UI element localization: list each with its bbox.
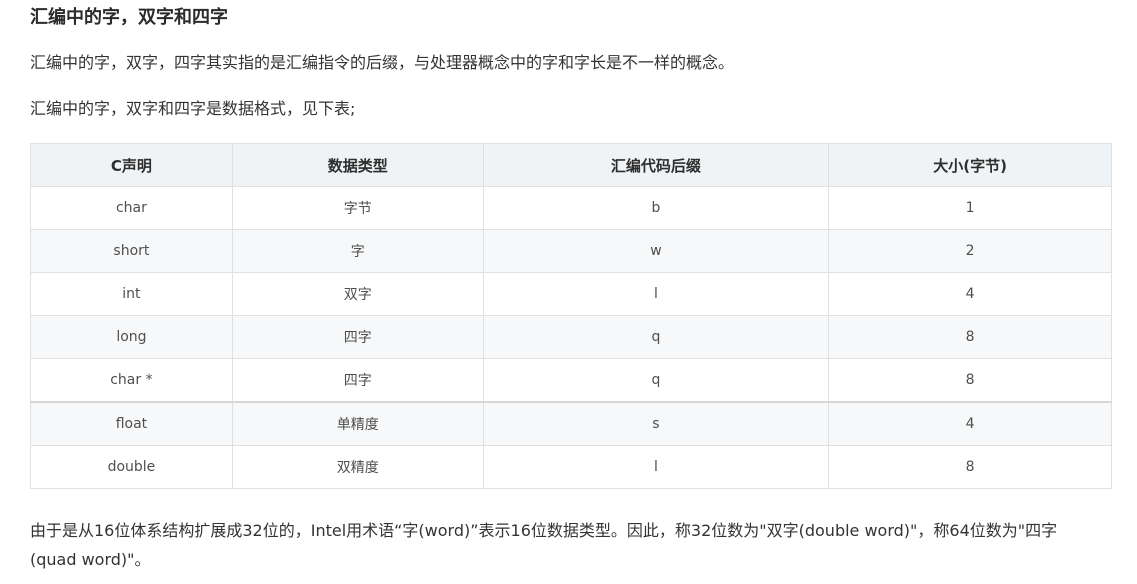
table-row: float 单精度 s 4 — [30, 401, 1112, 446]
cell-size-bytes: 4 — [828, 401, 1112, 446]
intro-paragraph: 汇编中的字，双字，四字其实指的是汇编指令的后缀，与处理器概念中的字和字长是不一样… — [30, 53, 735, 72]
cell-asm-suffix: q — [482, 358, 830, 403]
cell-size-bytes: 8 — [828, 445, 1112, 489]
cell-asm-suffix: q — [482, 315, 830, 359]
table-row: char 字节 b 1 — [30, 186, 1112, 230]
cell-data-type: 双精度 — [231, 445, 484, 489]
header-asm-suffix: 汇编代码后缀 — [482, 143, 830, 187]
cell-c-declaration: double — [30, 445, 233, 489]
cell-data-type: 四字 — [231, 358, 484, 403]
cell-data-type: 双字 — [231, 272, 484, 316]
cell-asm-suffix: s — [482, 401, 830, 446]
table-header-row: C声明 数据类型 汇编代码后缀 大小(字节) — [30, 143, 1112, 187]
table-row: double 双精度 l 8 — [30, 445, 1112, 489]
cell-data-type: 字 — [231, 229, 484, 273]
cell-asm-suffix: l — [482, 445, 830, 489]
table-row: int 双字 l 4 — [30, 272, 1112, 316]
cell-size-bytes: 4 — [828, 272, 1112, 316]
cell-c-declaration: int — [30, 272, 233, 316]
cell-c-declaration: float — [30, 401, 233, 446]
cell-size-bytes: 1 — [828, 186, 1112, 230]
cell-c-declaration: long — [30, 315, 233, 359]
cell-asm-suffix: w — [482, 229, 830, 273]
cell-c-declaration: short — [30, 229, 233, 273]
section-heading: 汇编中的字，双字和四字 — [30, 7, 228, 28]
header-size-bytes: 大小(字节) — [828, 143, 1112, 187]
cell-c-declaration: char — [30, 186, 233, 230]
table-row: char * 四字 q 8 — [30, 358, 1112, 403]
cell-size-bytes: 8 — [828, 315, 1112, 359]
cell-data-type: 四字 — [231, 315, 484, 359]
cell-data-type: 字节 — [231, 186, 484, 230]
header-c-declaration: C声明 — [30, 143, 233, 187]
cell-size-bytes: 8 — [828, 358, 1112, 403]
table-row: short 字 w 2 — [30, 229, 1112, 273]
cell-asm-suffix: b — [482, 186, 830, 230]
cell-c-declaration: char * — [30, 358, 233, 403]
cell-asm-suffix: l — [482, 272, 830, 316]
cell-size-bytes: 2 — [828, 229, 1112, 273]
word-size-explanation: 由于是从16位体系结构扩展成32位的，Intel用术语“字(word)”表示16… — [30, 521, 1058, 569]
data-format-table: C声明 数据类型 汇编代码后缀 大小(字节) char 字节 b 1 short… — [30, 143, 1112, 489]
cell-data-type: 单精度 — [231, 401, 484, 446]
table-row: long 四字 q 8 — [30, 315, 1112, 359]
table-intro-paragraph: 汇编中的字，双字和四字是数据格式，见下表; — [30, 99, 356, 118]
header-data-type: 数据类型 — [231, 143, 484, 187]
